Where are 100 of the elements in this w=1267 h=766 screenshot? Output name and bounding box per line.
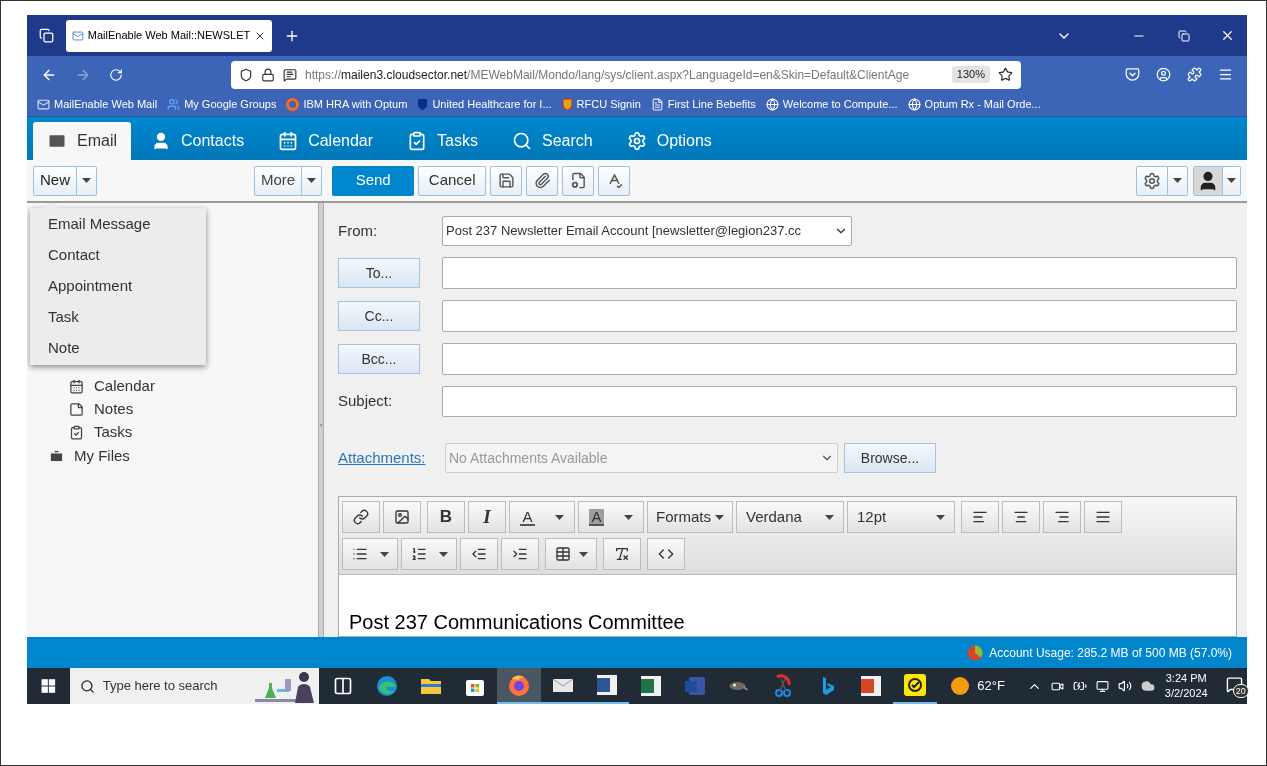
recipient-button[interactable]: To... — [338, 258, 420, 288]
bookmark-link[interactable]: RFCU Signin — [561, 96, 641, 113]
recipient-field[interactable] — [442, 343, 1237, 375]
recipient-field[interactable] — [442, 300, 1237, 332]
account-split-button[interactable] — [1193, 165, 1241, 196]
browse-button[interactable]: Browse... — [844, 443, 936, 473]
save-button[interactable] — [490, 165, 523, 196]
cancel-button[interactable]: Cancel — [418, 165, 487, 196]
outdent-button[interactable] — [460, 538, 498, 570]
numbered-list-button[interactable] — [401, 538, 457, 570]
subject-field[interactable] — [442, 386, 1237, 417]
menu-item[interactable]: Contact — [30, 240, 206, 271]
weather-text[interactable]: 62°F — [977, 676, 1005, 696]
url-text: https://mailen3.cloudsector.net/MEWebMail/Mondo/lang/sys/client.aspx?LanguageId=en&Skin=Default&ClientAge — [305, 66, 911, 84]
spellcheck-button[interactable] — [598, 165, 631, 196]
recipient-field[interactable] — [442, 257, 1237, 289]
menu-item[interactable]: Note — [30, 333, 206, 364]
formats-dropdown[interactable]: Formats — [647, 501, 733, 533]
font-size-dropdown[interactable]: 12pt — [847, 501, 955, 533]
bookmark-link[interactable]: United Healthcare for I... — [417, 96, 552, 113]
source-code-button[interactable] — [647, 538, 685, 570]
app-tab[interactable]: Email — [33, 122, 131, 160]
image-button[interactable] — [383, 501, 421, 533]
from-select[interactable]: Post 237 Newsletter Email Account [newsletter@legion237.cc — [442, 216, 852, 246]
bookmark-link[interactable]: Welcome to Compute... — [765, 96, 898, 113]
restore-icon[interactable] — [1178, 29, 1190, 42]
attach-button[interactable] — [526, 165, 559, 196]
more-label[interactable]: More — [255, 166, 302, 195]
taskbar-search-field[interactable]: Type here to search — [69, 668, 320, 704]
attachments-link[interactable]: Attachments: — [338, 446, 445, 470]
taskbar-app[interactable] — [497, 668, 542, 704]
align-left-button[interactable] — [961, 501, 999, 533]
bullet-list-button[interactable] — [342, 538, 398, 570]
tab-list-icon[interactable] — [39, 28, 54, 43]
folder-label[interactable]: Calendar — [94, 375, 155, 398]
star-icon[interactable] — [998, 67, 1013, 82]
app-tab[interactable]: Options — [612, 122, 726, 160]
zoom-badge[interactable]: 130% — [951, 66, 990, 83]
folder-label[interactable]: Notes — [94, 398, 134, 421]
folder-item[interactable]: My Files — [27, 444, 318, 468]
table-button[interactable] — [545, 538, 597, 570]
italic-button[interactable]: I — [468, 501, 506, 533]
app-tab[interactable]: Calendar — [264, 122, 388, 160]
recipient-button[interactable]: Bcc... — [338, 344, 420, 374]
menu-icon[interactable] — [1218, 67, 1233, 82]
align-center-button[interactable] — [1002, 501, 1040, 533]
battery-icon[interactable] — [1072, 679, 1087, 693]
caret-icon — [578, 551, 588, 557]
caret-icon — [1227, 178, 1236, 183]
pocket-icon[interactable] — [1125, 67, 1140, 82]
recipient-button[interactable]: Cc... — [338, 301, 420, 331]
align-right-button[interactable] — [1043, 501, 1081, 533]
new-label[interactable]: New — [34, 166, 76, 195]
bold-button[interactable]: B — [427, 501, 465, 533]
volume-icon[interactable] — [1117, 679, 1132, 693]
extensions-icon[interactable] — [1187, 67, 1202, 82]
app-tab[interactable]: Tasks — [393, 122, 492, 160]
message-body-text[interactable]: Post 237 Communications Committee — [349, 607, 1236, 636]
folder-item[interactable]: Tasks — [27, 421, 318, 444]
font-dropdown[interactable]: Verdana — [736, 501, 844, 533]
menu-item[interactable]: Task — [30, 302, 206, 333]
settings-split-button[interactable] — [1136, 165, 1188, 196]
folder-label[interactable]: My Files — [74, 444, 130, 468]
notification-count: 20 — [1232, 684, 1249, 698]
account-icon[interactable] — [1156, 67, 1171, 82]
bookmark-link[interactable]: First Line Bebefits — [650, 96, 756, 113]
new-split-button[interactable]: New — [33, 165, 97, 196]
folder-label[interactable]: Tasks — [94, 421, 133, 444]
more-split-button[interactable]: More — [254, 165, 323, 196]
close-icon[interactable] — [1220, 28, 1235, 43]
send-button[interactable]: Send — [332, 165, 415, 196]
clock-time[interactable]: 3:24 PM — [1165, 671, 1207, 686]
shield-icon — [239, 67, 253, 82]
account-usage-text: Account Usage: 285.2 MB of 500 MB (57.0%) — [989, 644, 1232, 662]
cloud-icon[interactable] — [1140, 679, 1155, 693]
clear-formatting-button[interactable] — [603, 538, 641, 570]
address-bar[interactable]: https://mailen3.cloudsector.net/MEWebMail/Mondo/lang/sys/client.aspx?LanguageId=en&Skin=Default&ClientAge 130% — [231, 60, 1021, 89]
highlight-color-button[interactable]: A — [578, 501, 644, 533]
bookmark-link[interactable]: Optum Rx - Mail Orde... — [907, 96, 1041, 113]
bookmark-link[interactable]: IBM HRA with Optum — [286, 96, 408, 113]
network-icon[interactable] — [1095, 679, 1109, 693]
text-color-button[interactable]: A — [509, 501, 575, 533]
menu-item[interactable]: Email Message — [30, 209, 206, 240]
app-tab[interactable]: Search — [498, 122, 607, 160]
calendar-icon — [278, 131, 299, 151]
justify-icon — [1095, 509, 1111, 525]
justify-button[interactable] — [1084, 501, 1122, 533]
paperclip-icon — [533, 172, 551, 189]
folder-item[interactable]: Calendar — [27, 375, 318, 398]
menu-item[interactable]: Appointment — [30, 271, 206, 302]
folder-item[interactable]: Notes — [27, 398, 318, 421]
reload-icon[interactable] — [109, 67, 123, 82]
bookmark-link[interactable]: MailEnable Web Mail — [37, 96, 158, 113]
indent-button[interactable] — [501, 538, 539, 570]
bookmark-link[interactable]: My Google Groups — [167, 96, 277, 113]
options-button[interactable] — [562, 165, 595, 196]
link-button[interactable] — [342, 501, 380, 533]
clock-date[interactable]: 3/2/2024 — [1164, 686, 1208, 701]
browser-tab[interactable]: MailEnable Web Mail::NEWSLET — [66, 19, 272, 52]
app-tab[interactable]: Contacts — [137, 122, 259, 160]
